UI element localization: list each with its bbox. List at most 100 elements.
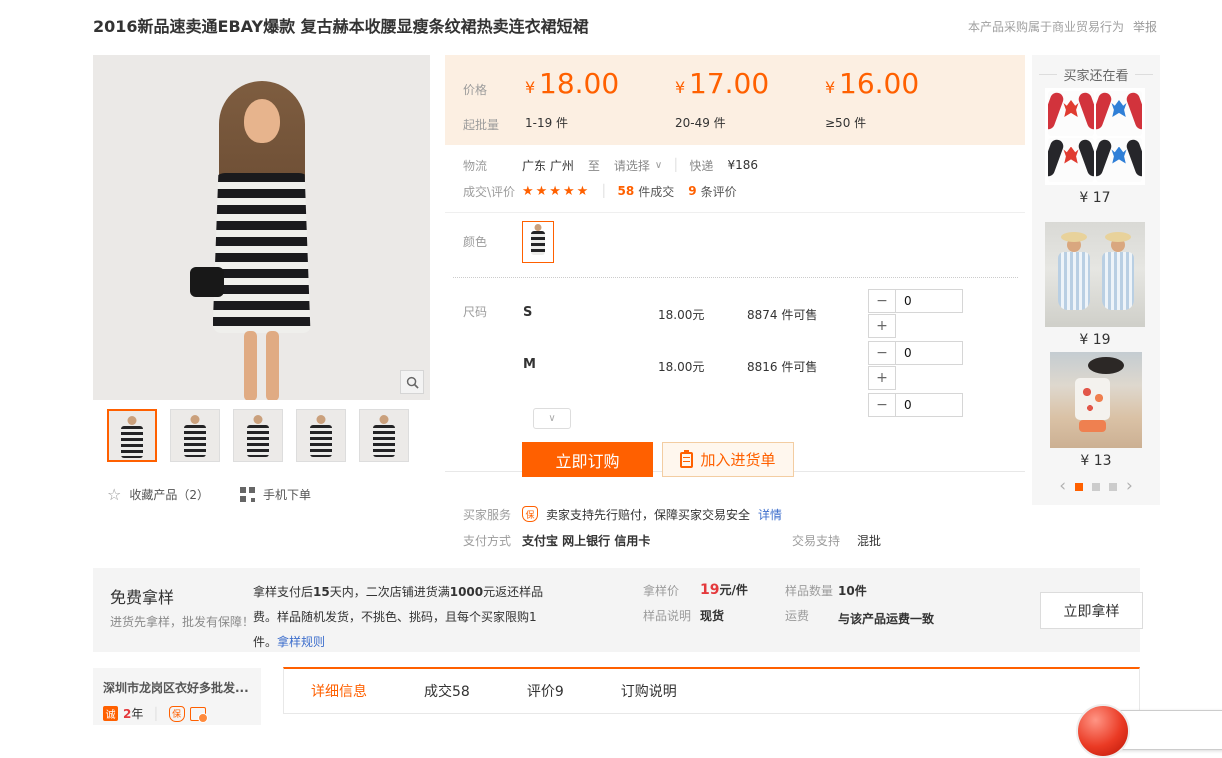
page-dot-3[interactable] xyxy=(1109,483,1117,491)
buyer-service-row: 买家服务 保 卖家支持先行赔付，保障买家交易安全 详情 xyxy=(445,505,1025,523)
report-link[interactable]: 举报 xyxy=(1133,18,1157,35)
sample-description: 拿样支付后15天内，二次店铺进货满1000元返还样品费。样品随机发货，不挑色、挑… xyxy=(253,580,559,655)
product-price: ¥ 19 xyxy=(1045,332,1145,348)
destination-select[interactable]: 请选择 xyxy=(614,157,650,174)
service-detail-link[interactable]: 详情 xyxy=(758,506,782,523)
ship-from: 广东 广州 xyxy=(522,157,574,174)
tier2-qty: 20-49 件 xyxy=(675,114,726,131)
sample-price-label: 拿样价 xyxy=(643,582,679,599)
credit-badge-icon: 诚 xyxy=(103,706,118,721)
buyer-service-text: 卖家支持先行赔付，保障买家交易安全 xyxy=(546,506,750,523)
sample-rule-link[interactable]: 拿样规则 xyxy=(277,635,325,649)
page-dot-1[interactable] xyxy=(1075,483,1083,491)
qty-plus-button[interactable]: + xyxy=(868,314,896,338)
offer-panel: 价格 起批量 ¥ 18.00 ¥ 17.00 ¥ 16.00 1-19 件 20… xyxy=(445,55,1025,550)
thumbnail-4[interactable] xyxy=(296,409,346,462)
payment-methods: 支付宝 网上银行 信用卡 xyxy=(522,532,650,549)
sidebar-product-2[interactable]: ¥ 19 xyxy=(1045,222,1145,348)
size-price: 18.00元 xyxy=(658,358,704,375)
price-label: 价格 xyxy=(463,81,487,98)
payment-row: 支付方式 支付宝 网上银行 信用卡 交易支持 混批 xyxy=(445,531,1025,549)
product-price: ¥ 17 xyxy=(1045,190,1145,206)
rating-stars-icon: ★★★★★ xyxy=(522,184,590,199)
guarantee-icon: 保 xyxy=(522,506,538,522)
product-image-romper xyxy=(1045,222,1145,327)
qty-input[interactable] xyxy=(895,341,963,365)
trade-support-value[interactable]: 混批 xyxy=(857,532,881,549)
model-face xyxy=(244,99,280,143)
sample-qty-value: 10件 xyxy=(838,582,867,599)
qty-input[interactable] xyxy=(895,289,963,313)
next-arrow-icon[interactable]: › xyxy=(1126,478,1133,495)
sample-desc-label: 样品说明 xyxy=(643,607,691,624)
chevron-down-icon[interactable]: ∨ xyxy=(655,160,662,171)
striped-dress xyxy=(213,173,311,333)
color-swatch-selected[interactable] xyxy=(522,221,554,263)
size-name: M xyxy=(523,357,536,372)
qty-minus-button[interactable]: − xyxy=(868,289,896,313)
qty-plus-button[interactable]: + xyxy=(868,366,896,390)
also-viewed-sidebar: 买家还在看 ¥ 17 ¥ 19 ¥ 13 ‹ › xyxy=(1032,55,1160,505)
qr-code-icon xyxy=(240,487,255,502)
thumbnail-2[interactable] xyxy=(170,409,220,462)
seller-years: 2年 xyxy=(123,705,143,722)
page-title: 2016新品速卖通EBAY爆款 复古赫本收腰显瘦条纹裙热卖连衣裙短裙 xyxy=(93,13,589,37)
logistics-row: 物流 广东 广州 至 请选择 ∨ │ 快递 ¥186 xyxy=(445,155,1025,175)
qty-minus-button[interactable]: − xyxy=(868,393,896,417)
favorite-product-button[interactable]: ☆ 收藏产品（2） xyxy=(107,486,209,503)
buyer-service-label: 买家服务 xyxy=(463,506,522,523)
thumbnail-3[interactable] xyxy=(233,409,283,462)
size-price: 18.00元 xyxy=(658,306,704,323)
size-stock: 8874 件可售 xyxy=(747,306,817,323)
sidebar-product-3[interactable]: ¥ 13 xyxy=(1050,352,1142,469)
free-sample-bar: 免费拿样 进货先拿样，批发有保障！ 拿样支付后15天内，二次店铺进货满1000元… xyxy=(93,568,1140,652)
trade-support-label: 交易支持 xyxy=(792,532,840,549)
deal-count-link[interactable]: 58 xyxy=(618,184,635,198)
deal-count-unit: 件成交 xyxy=(638,183,674,200)
order-now-button[interactable]: 立即订购 xyxy=(522,442,653,477)
page-dot-2[interactable] xyxy=(1092,483,1100,491)
thumbnail-5[interactable] xyxy=(359,409,409,462)
seller-name-link[interactable]: 深圳市龙岗区衣好多批发... xyxy=(103,679,251,696)
tier1-qty: 1-19 件 xyxy=(525,114,568,131)
favorite-label: 收藏产品（2） xyxy=(129,486,209,503)
tab-deals[interactable]: 成交58 xyxy=(424,681,470,701)
review-count-link[interactable]: 9 xyxy=(688,184,696,198)
tab-order-notes[interactable]: 订购说明 xyxy=(621,681,677,701)
mobile-order-button[interactable]: 手机下单 xyxy=(240,486,311,503)
qty-minus-button[interactable]: − xyxy=(868,341,896,365)
sample-qty-label: 样品数量 xyxy=(785,582,833,599)
sidebar-product-1[interactable]: ¥ 17 xyxy=(1045,88,1145,206)
product-image-shirts xyxy=(1045,88,1145,185)
trade-note: 本产品采购属于商业贸易行为 xyxy=(968,18,1124,35)
chat-button[interactable] xyxy=(1076,704,1130,758)
sample-shipping-label: 运费 xyxy=(785,607,809,624)
certified-supplier-icon xyxy=(190,707,206,721)
size-stock: 8816 件可售 xyxy=(747,358,817,375)
main-product-image[interactable] xyxy=(93,55,430,400)
mobile-order-label: 手机下单 xyxy=(263,486,311,503)
prev-arrow-icon[interactable]: ‹ xyxy=(1059,478,1066,495)
clipboard-icon xyxy=(680,452,693,468)
magnifier-icon[interactable] xyxy=(400,370,424,394)
expand-sizes-button[interactable]: ∨ xyxy=(533,408,571,429)
deal-label: 成交\评价 xyxy=(463,183,522,200)
product-image-beach xyxy=(1050,352,1142,448)
qty-input[interactable] xyxy=(895,393,963,417)
get-sample-button[interactable]: 立即拿样 xyxy=(1040,592,1143,629)
guarantee-icon: 保 xyxy=(169,706,185,722)
size-row-s: S 18.00元 8874 件可售 − + xyxy=(515,285,1025,337)
tab-reviews[interactable]: 评价9 xyxy=(527,681,564,701)
tier3-price: ¥ 16.00 xyxy=(825,67,919,100)
thumbnail-1[interactable] xyxy=(107,409,157,462)
tier1-price: ¥ 18.00 xyxy=(525,67,619,100)
size-name: S xyxy=(523,305,532,320)
sample-shipping-value: 与该产品运费一致 xyxy=(838,607,950,632)
seller-card: 深圳市龙岗区衣好多批发... 诚 2年 │ 保 xyxy=(93,668,261,725)
thumbnail-strip xyxy=(107,409,437,463)
add-to-cart-button[interactable]: 加入进货单 xyxy=(662,442,794,477)
tier3-qty: ≥50 件 xyxy=(825,114,866,131)
tab-detail-info[interactable]: 详细信息 xyxy=(311,681,367,701)
price-box: 价格 起批量 ¥ 18.00 ¥ 17.00 ¥ 16.00 1-19 件 20… xyxy=(445,55,1025,145)
deal-rating-row: 成交\评价 ★★★★★ │ 58 件成交 9 条评价 xyxy=(445,181,1025,201)
